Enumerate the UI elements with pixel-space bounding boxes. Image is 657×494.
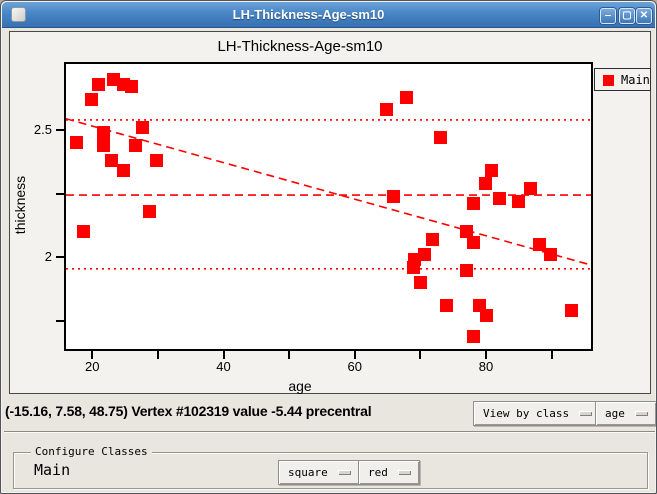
marker-color-dropdown[interactable]: red	[358, 460, 420, 485]
data-point[interactable]	[387, 190, 400, 203]
trend-line	[66, 119, 591, 265]
x-tick-label: 60	[335, 359, 375, 374]
data-point[interactable]	[97, 139, 110, 152]
axis-variable-value: age	[605, 407, 625, 420]
y-tick-label: 2	[18, 249, 52, 264]
y-tick	[56, 129, 64, 131]
x-tick	[354, 351, 356, 359]
data-point[interactable]	[150, 154, 163, 167]
x-tick-label: 40	[204, 359, 244, 374]
data-point[interactable]	[400, 91, 413, 104]
data-point[interactable]	[136, 121, 149, 134]
configure-classes-panel: Configure Classes Main square red	[4, 433, 655, 492]
window-menu-icon[interactable]	[11, 7, 26, 22]
y-tick-label: 2.5	[18, 122, 52, 137]
option-menu-indicator-icon	[398, 470, 411, 475]
data-point[interactable]	[467, 236, 480, 249]
data-point[interactable]	[434, 131, 447, 144]
data-point[interactable]	[143, 205, 156, 218]
data-point[interactable]	[85, 93, 98, 106]
option-menu-indicator-icon	[635, 411, 648, 416]
chart-title: LH-Thickness-Age-sm10	[10, 38, 590, 58]
data-point[interactable]	[440, 299, 453, 312]
x-tick	[551, 351, 553, 359]
x-tick	[485, 351, 487, 359]
data-point[interactable]	[524, 182, 537, 195]
data-point[interactable]	[129, 139, 142, 152]
legend: Main	[594, 68, 651, 91]
application-window: LH-Thickness-Age-sm10 ‒ ▢ ✕ LH-Thickness…	[0, 0, 657, 494]
x-tick	[288, 351, 290, 359]
data-point[interactable]	[565, 304, 578, 317]
status-bar: (-15.16, 7.58, 48.75) Vertex #102319 val…	[4, 395, 655, 432]
data-point[interactable]	[380, 103, 393, 116]
data-point[interactable]	[70, 136, 83, 149]
data-point[interactable]	[544, 248, 557, 261]
x-axis-label: age	[10, 378, 590, 394]
marker-shape-value: square	[288, 466, 328, 479]
x-tick-label: 20	[72, 359, 112, 374]
option-menu-indicator-icon	[579, 411, 592, 416]
x-tick	[419, 351, 421, 359]
marker-color-value: red	[368, 466, 388, 479]
y-tick	[56, 320, 64, 322]
data-point[interactable]	[460, 264, 473, 277]
data-point[interactable]	[125, 80, 138, 93]
x-tick	[223, 351, 225, 359]
close-button[interactable]: ✕	[636, 8, 652, 24]
chart-panel: LH-Thickness-Age-sm10 age thickness Main…	[9, 31, 651, 394]
data-point[interactable]	[77, 225, 90, 238]
x-tick	[157, 351, 159, 359]
option-menu-indicator-icon	[338, 470, 351, 475]
data-point[interactable]	[117, 164, 130, 177]
data-point[interactable]	[97, 126, 110, 139]
data-point[interactable]	[480, 309, 493, 322]
plot-box	[64, 62, 593, 351]
data-point[interactable]	[426, 233, 439, 246]
data-point[interactable]	[92, 78, 105, 91]
data-point[interactable]	[407, 261, 420, 274]
legend-marker-icon	[603, 75, 614, 86]
data-point[interactable]	[467, 330, 480, 343]
window-title: LH-Thickness-Age-sm10	[42, 2, 575, 28]
y-axis-label: thickness	[12, 155, 28, 255]
plot-area[interactable]	[66, 64, 591, 349]
vertex-status-text: (-15.16, 7.58, 48.75) Vertex #102319 val…	[5, 403, 371, 419]
close-icon: ✕	[640, 10, 648, 21]
view-by-class-value: View by class	[483, 407, 569, 420]
minimize-button[interactable]: ‒	[600, 8, 616, 24]
maximize-button[interactable]: ▢	[619, 8, 635, 24]
minimize-icon: ‒	[605, 10, 611, 21]
maximize-icon: ▢	[622, 10, 631, 21]
data-point[interactable]	[479, 177, 492, 190]
title-bar[interactable]: LH-Thickness-Age-sm10 ‒ ▢ ✕	[2, 2, 655, 28]
data-point[interactable]	[485, 164, 498, 177]
class-name-label: Main	[34, 461, 70, 479]
legend-label: Main	[621, 73, 650, 87]
y-tick	[56, 193, 64, 195]
y-tick	[56, 256, 64, 258]
x-tick-label: 80	[466, 359, 506, 374]
configure-classes-label: Configure Classes	[31, 445, 152, 458]
data-point[interactable]	[493, 192, 506, 205]
marker-shape-dropdown[interactable]: square	[278, 460, 360, 485]
data-point[interactable]	[512, 195, 525, 208]
axis-variable-dropdown[interactable]: age	[595, 401, 657, 426]
data-point[interactable]	[467, 197, 480, 210]
view-by-class-dropdown[interactable]: View by class	[473, 401, 601, 426]
x-tick	[91, 351, 93, 359]
data-point[interactable]	[414, 276, 427, 289]
